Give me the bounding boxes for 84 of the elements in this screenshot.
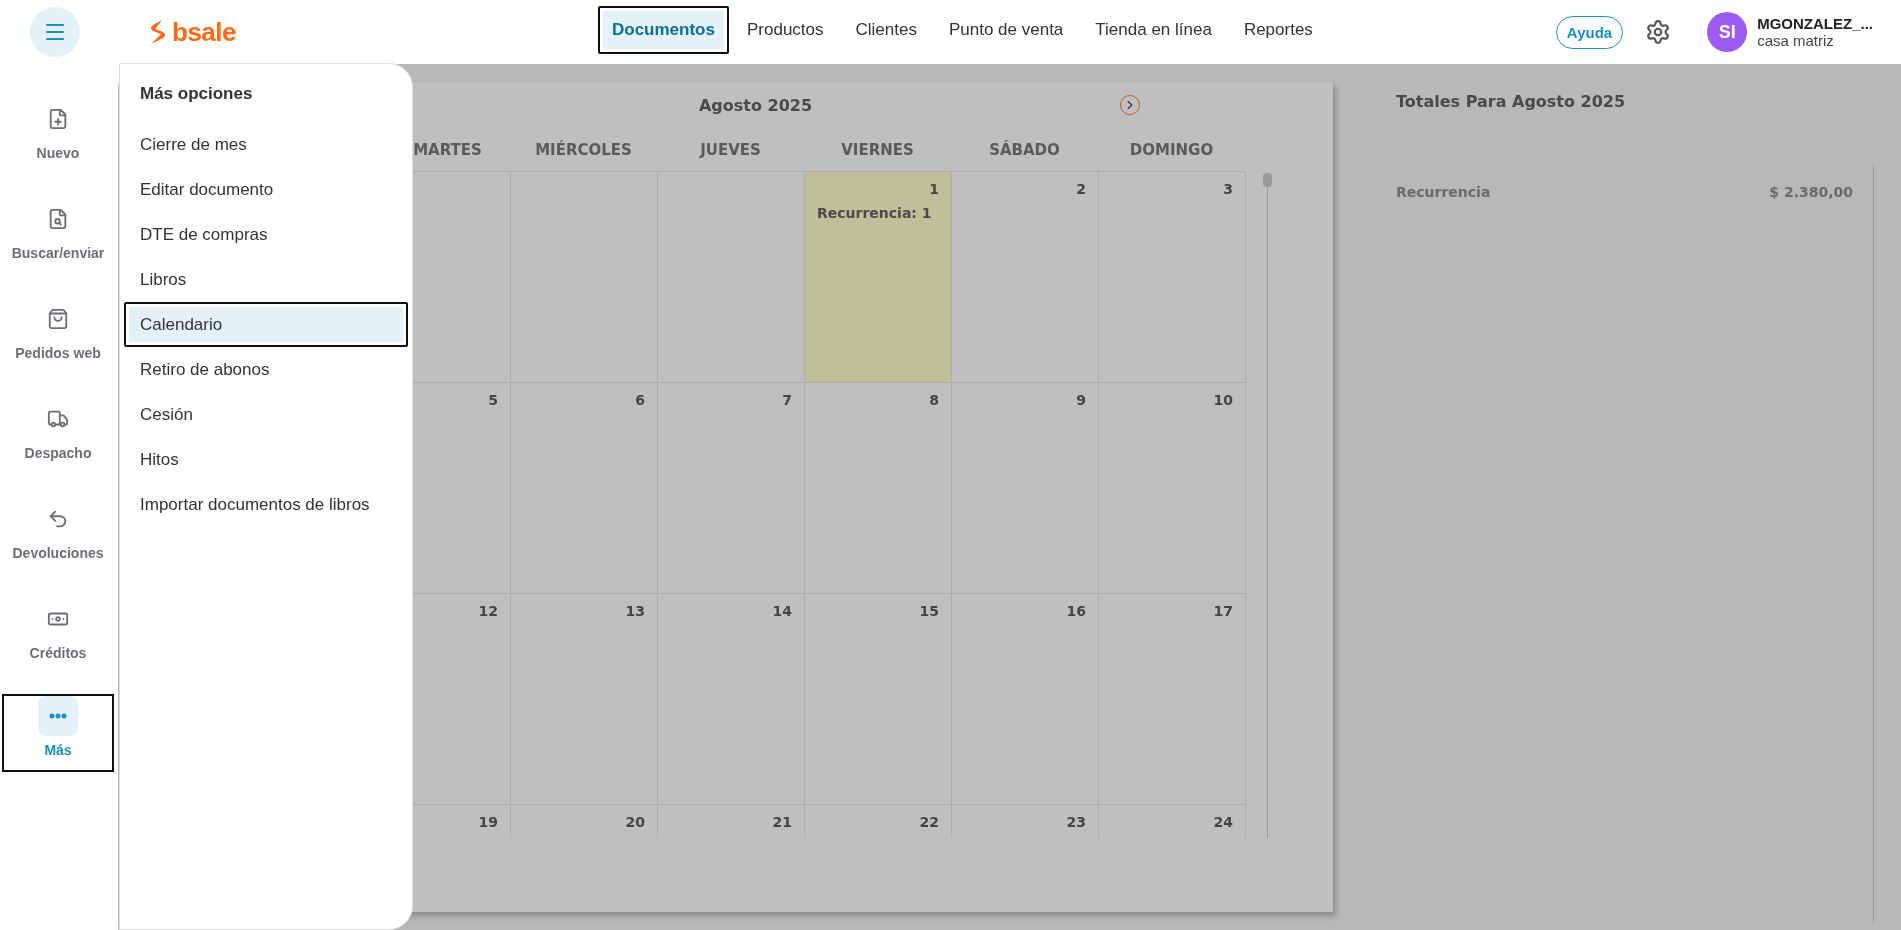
truck-icon bbox=[47, 408, 69, 430]
shopping-bag-icon bbox=[47, 308, 69, 330]
calendar-cell[interactable]: 13 bbox=[511, 594, 658, 805]
nav-tab[interactable]: Tienda en línea bbox=[1081, 6, 1226, 54]
sidebar-item[interactable]: Devoluciones bbox=[2, 494, 114, 594]
logo-icon bbox=[148, 19, 168, 45]
nav-tab[interactable]: Punto de venta bbox=[934, 6, 1078, 54]
totals-title: Totales Para Agosto 2025 bbox=[1396, 92, 1627, 111]
day-number: 2 bbox=[1076, 181, 1086, 197]
calendar-cell[interactable]: 16 bbox=[952, 594, 1099, 805]
calendar-cell[interactable]: 15 bbox=[805, 594, 952, 805]
menu-item[interactable]: Calendario bbox=[124, 302, 408, 347]
day-number: 20 bbox=[625, 814, 645, 830]
day-number: 15 bbox=[919, 603, 939, 619]
day-number: 12 bbox=[478, 603, 498, 619]
sidebar-item[interactable]: Más bbox=[2, 694, 114, 772]
day-number: 19 bbox=[478, 814, 498, 830]
calendar-cell[interactable]: 21 bbox=[658, 805, 805, 838]
total-label: Recurrencia bbox=[1396, 184, 1491, 200]
day-number: 21 bbox=[772, 814, 792, 830]
undo-arrow-icon bbox=[47, 508, 69, 530]
month-title: Agosto 2025 bbox=[698, 95, 813, 115]
calendar-cell[interactable]: 7 bbox=[658, 383, 805, 594]
calendar-cell[interactable]: 1 Recurrencia: 1 bbox=[805, 172, 952, 383]
weekday-header: SÁBADO bbox=[989, 140, 1060, 159]
day-number: 8 bbox=[929, 392, 939, 408]
sidebar-item[interactable]: Pedidos web bbox=[2, 294, 114, 394]
calendar-cell[interactable]: 2 bbox=[952, 172, 1099, 383]
calendar-cell[interactable]: 22 bbox=[805, 805, 952, 838]
user-avatar[interactable]: SI bbox=[1707, 12, 1748, 52]
nav-tab[interactable]: Productos bbox=[732, 6, 838, 54]
calendar-cell[interactable]: 9 bbox=[952, 383, 1099, 594]
day-number: 3 bbox=[1223, 181, 1233, 197]
menu-item[interactable]: Cierre de mes bbox=[124, 122, 408, 167]
user-name: MGONZALEZ_... bbox=[1757, 15, 1873, 32]
file-plus-icon bbox=[47, 108, 69, 130]
menu-title: Más opciones bbox=[139, 83, 254, 105]
day-number: 9 bbox=[1076, 392, 1086, 408]
logo-text: bsale bbox=[172, 16, 236, 48]
total-value: $ 2.380,00 bbox=[1769, 184, 1853, 200]
sidebar-item[interactable]: Créditos bbox=[2, 594, 114, 694]
calendar-cell[interactable]: 23 bbox=[952, 805, 1099, 838]
day-number: 24 bbox=[1213, 814, 1233, 830]
help-button[interactable]: Ayuda bbox=[1555, 15, 1624, 49]
nav-tab[interactable]: Reportes bbox=[1229, 6, 1327, 54]
calendar-event[interactable]: Recurrencia: 1 bbox=[817, 205, 939, 221]
calendar-cell[interactable]: 3 bbox=[1099, 172, 1246, 383]
sidebar-item[interactable]: Despacho bbox=[2, 394, 114, 494]
menu-button[interactable] bbox=[30, 7, 80, 57]
scrollbar-thumb[interactable] bbox=[1263, 173, 1272, 187]
day-number: 17 bbox=[1213, 603, 1233, 619]
branch-name: casa matriz bbox=[1757, 32, 1835, 49]
weekday-header: DOMINGO bbox=[1129, 140, 1214, 159]
weekday-header: MARTES bbox=[413, 140, 482, 159]
calendar-cell[interactable]: 17 bbox=[1099, 594, 1246, 805]
settings-icon[interactable] bbox=[1645, 19, 1672, 45]
sidebar-item[interactable]: Nuevo bbox=[2, 94, 114, 194]
day-number: 6 bbox=[635, 392, 645, 408]
menu-item[interactable]: Editar documento bbox=[124, 167, 408, 212]
weekday-header: VIERNES bbox=[841, 140, 914, 159]
day-number: 22 bbox=[919, 814, 939, 830]
calendar-cell[interactable]: 14 bbox=[658, 594, 805, 805]
calendar-cell[interactable]: 8 bbox=[805, 383, 952, 594]
day-number: 13 bbox=[625, 603, 645, 619]
calendar-cell[interactable]: 6 bbox=[511, 383, 658, 594]
nav-tab[interactable]: Clientes bbox=[841, 6, 931, 54]
day-number: 1 bbox=[929, 181, 939, 197]
calendar-cell[interactable]: 10 bbox=[1099, 383, 1246, 594]
day-number: 7 bbox=[782, 392, 792, 408]
menu-item[interactable]: DTE de compras bbox=[124, 212, 408, 257]
menu-item[interactable]: Libros bbox=[124, 257, 408, 302]
day-number: 16 bbox=[1066, 603, 1086, 619]
day-number: 23 bbox=[1066, 814, 1086, 830]
more-icon bbox=[49, 713, 67, 719]
day-number: 5 bbox=[488, 392, 498, 408]
weekday-header: MIÉRCOLES bbox=[535, 140, 632, 159]
calendar-cell[interactable]: 24 bbox=[1099, 805, 1246, 838]
day-number: 10 bbox=[1213, 392, 1233, 408]
file-search-icon bbox=[47, 208, 69, 230]
sidebar-item[interactable]: Buscar/enviar bbox=[2, 194, 114, 294]
calendar-cell[interactable]: 20 bbox=[511, 805, 658, 838]
nav-tab[interactable]: Documentos bbox=[598, 6, 729, 54]
day-number: 14 bbox=[772, 603, 792, 619]
weekday-header: JUEVES bbox=[700, 140, 761, 159]
